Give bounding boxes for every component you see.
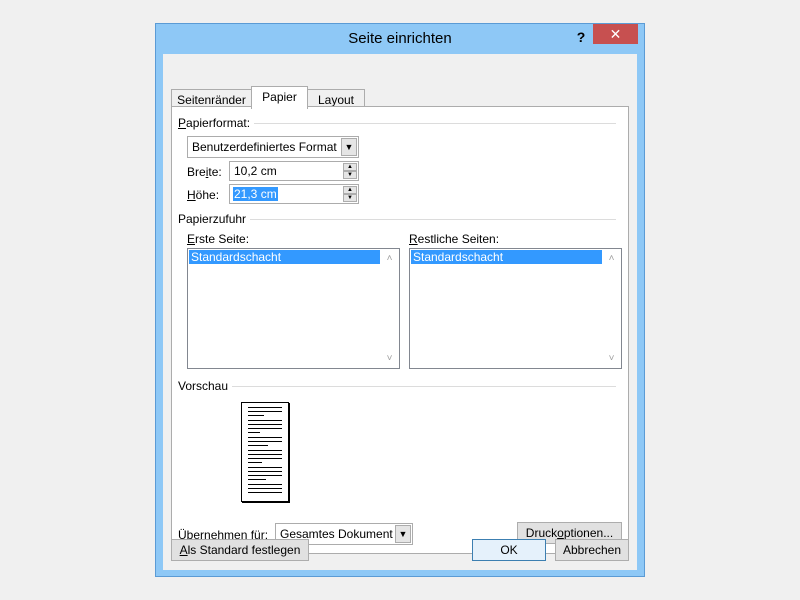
ok-button[interactable]: OK <box>472 539 546 561</box>
chevron-down-icon[interactable]: ▼ <box>341 138 357 156</box>
dialog-client-area: Seitenränder Papier Layout Papierformat:… <box>163 54 637 570</box>
width-spinner[interactable]: ▲ ▼ <box>343 163 357 179</box>
tab-label: Papier <box>262 90 297 104</box>
first-page-list[interactable]: Standardschacht ˄ ˅ <box>187 248 400 369</box>
paper-format-select[interactable]: Benutzerdefiniertes Format ▼ <box>187 136 359 158</box>
chevron-up-icon[interactable]: ˄ <box>603 250 620 267</box>
group-divider <box>246 123 616 124</box>
tab-panel-papier: Papierformat: Benutzerdefiniertes Format… <box>171 106 629 554</box>
title-bar[interactable]: Seite einrichten ? ✕ <box>156 24 644 54</box>
scrollbar[interactable]: ˄ ˅ <box>381 250 398 367</box>
chevron-down-icon[interactable]: ˅ <box>381 350 398 367</box>
width-input[interactable]: 10,2 cm ▲ ▼ <box>229 161 359 181</box>
close-icon: ✕ <box>609 26 622 42</box>
other-pages-label: Restliche Seiten: <box>409 232 500 246</box>
dialog-title: Seite einrichten <box>348 30 452 47</box>
paper-format-group-label: Papierformat: <box>178 116 255 130</box>
width-label: Breite: <box>187 165 222 179</box>
preview-group-label: Vorschau <box>178 379 233 393</box>
tab-label: Seitenränder <box>177 93 246 107</box>
chevron-down-icon[interactable]: ˅ <box>603 350 620 367</box>
cancel-button[interactable]: Abbrechen <box>555 539 629 561</box>
arrow-down-icon[interactable]: ▼ <box>343 194 357 202</box>
list-item[interactable]: Standardschacht <box>189 250 380 264</box>
height-value: 21,3 cm <box>233 187 278 201</box>
page-setup-dialog: Seite einrichten ? ✕ Seitenränder Papier… <box>155 23 645 577</box>
page-preview <box>241 402 289 502</box>
scrollbar[interactable]: ˄ ˅ <box>603 250 620 367</box>
paper-format-value: Benutzerdefiniertes Format <box>192 140 337 154</box>
height-input[interactable]: 21,3 cm ▲ ▼ <box>229 184 359 204</box>
first-page-label: Erste Seite: <box>187 232 250 246</box>
height-spinner[interactable]: ▲ ▼ <box>343 186 357 202</box>
width-value: 10,2 cm <box>234 164 277 178</box>
arrow-up-icon[interactable]: ▲ <box>343 163 357 171</box>
chevron-up-icon[interactable]: ˄ <box>381 250 398 267</box>
other-pages-list[interactable]: Standardschacht ˄ ˅ <box>409 248 622 369</box>
tab-label: Layout <box>317 93 355 107</box>
arrow-down-icon[interactable]: ▼ <box>343 171 357 179</box>
height-label: Höhe: <box>187 188 220 202</box>
paper-source-group-label: Papierzufuhr <box>178 212 251 226</box>
help-button[interactable]: ? <box>572 27 590 47</box>
arrow-up-icon[interactable]: ▲ <box>343 186 357 194</box>
close-button[interactable]: ✕ <box>593 24 638 44</box>
list-item[interactable]: Standardschacht <box>411 250 602 264</box>
set-as-default-button[interactable]: Als Standard festlegen <box>171 539 309 561</box>
group-divider <box>232 386 616 387</box>
group-divider <box>246 219 616 220</box>
chevron-down-icon[interactable]: ▼ <box>395 525 411 543</box>
tab-papier[interactable]: Papier <box>251 86 308 109</box>
